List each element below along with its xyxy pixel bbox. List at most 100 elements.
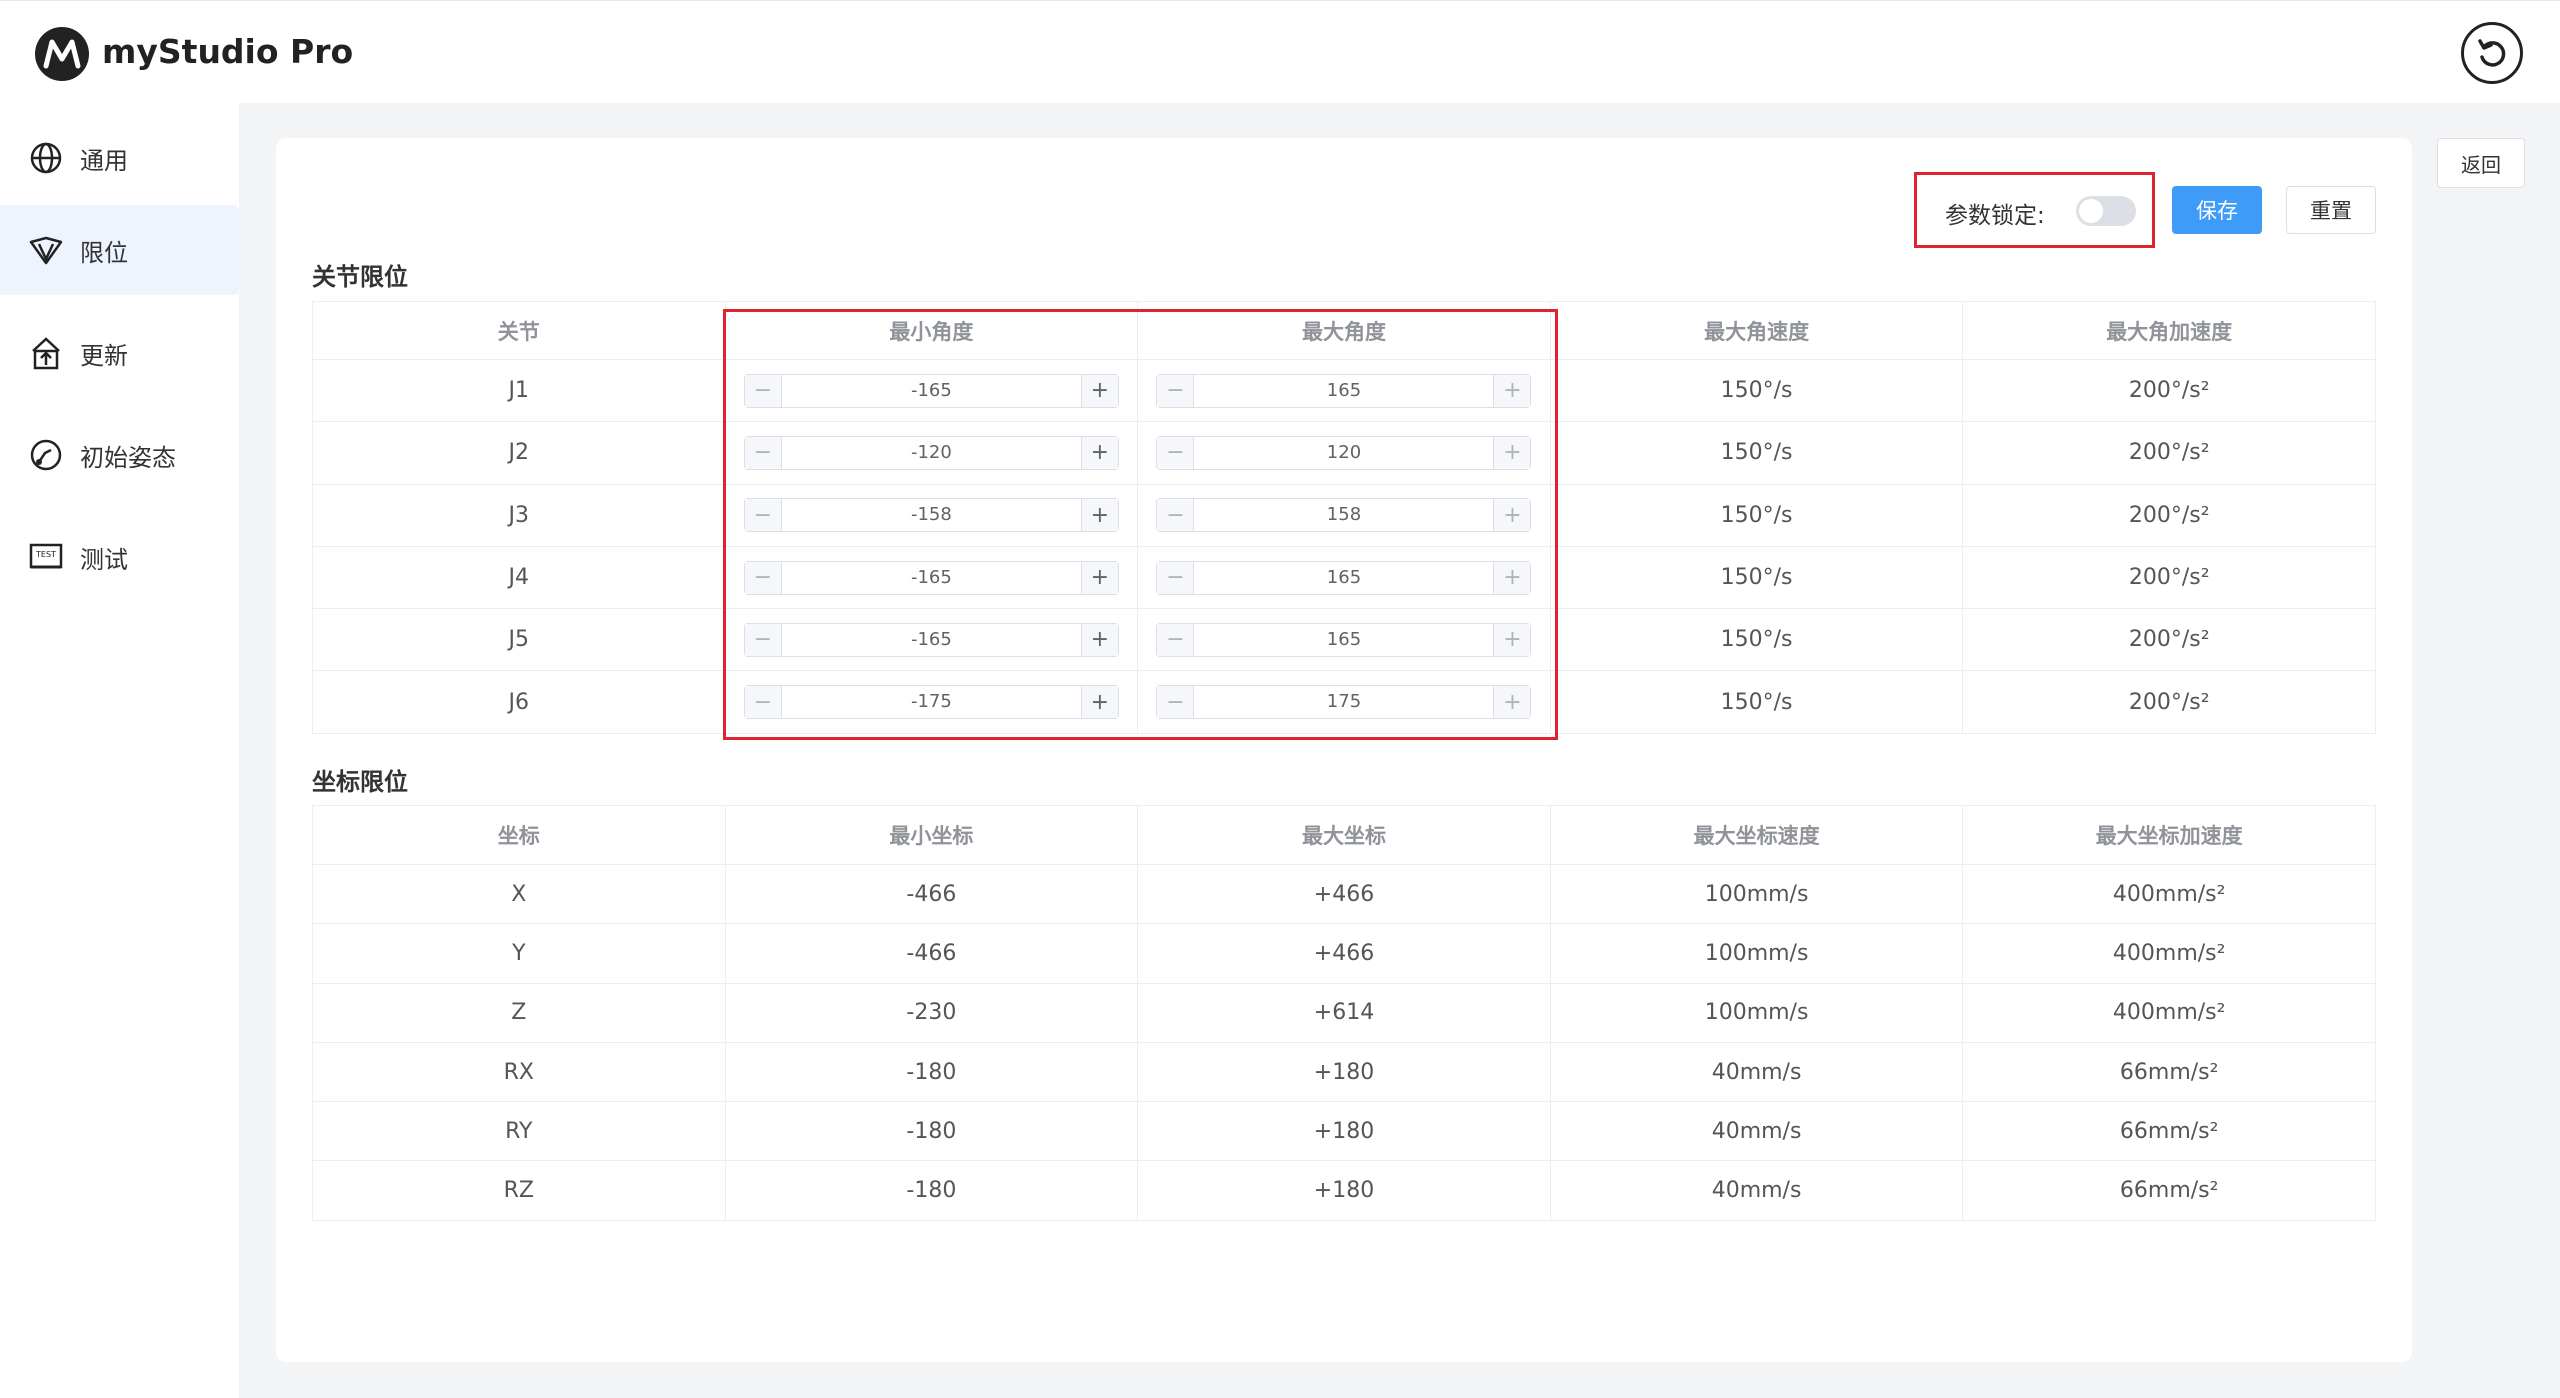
max-velocity-cell: 150°/s: [1549, 483, 1964, 547]
max-angle-value[interactable]: 165: [1194, 624, 1493, 656]
min-angle-value[interactable]: -175: [782, 686, 1081, 718]
max-angle-cell: −175 +: [1137, 670, 1551, 734]
max-angle-value[interactable]: 158: [1194, 499, 1493, 531]
column-header: 坐标: [312, 805, 726, 865]
table-row: RZ -180 +180 40mm/s 66mm/s²: [312, 1160, 2376, 1221]
decrement-button[interactable]: −: [744, 436, 782, 469]
sidebar-item-limit[interactable]: 限位: [0, 205, 239, 295]
min-angle-value[interactable]: -165: [782, 562, 1081, 594]
min-angle-stepper[interactable]: − -165 +: [743, 560, 1119, 595]
increment-button[interactable]: +: [1493, 436, 1531, 469]
min-angle-stepper[interactable]: − -165 +: [743, 622, 1119, 657]
increment-button[interactable]: +: [1493, 499, 1531, 532]
min-angle-value[interactable]: -158: [782, 499, 1081, 531]
increment-button[interactable]: +: [1080, 561, 1118, 594]
min-angle-stepper[interactable]: − -175 +: [743, 685, 1119, 720]
joint-section-title: 关节限位: [312, 263, 408, 291]
decrement-button[interactable]: −: [744, 686, 782, 719]
min-angle-stepper[interactable]: − -120 +: [743, 435, 1119, 470]
column-header: 最大角加速度: [1962, 301, 2376, 360]
increment-button[interactable]: +: [1493, 561, 1531, 594]
max-angle-value[interactable]: 120: [1194, 437, 1493, 469]
max-coord-velocity-cell: 100mm/s: [1549, 863, 1964, 925]
max-coord-acceleration-cell: 66mm/s²: [1962, 1101, 2376, 1162]
sidebar-item-initial-pose[interactable]: 初始姿态: [0, 410, 239, 500]
svg-text:TEST: TEST: [35, 550, 56, 559]
save-button[interactable]: 保存: [2172, 186, 2262, 234]
back-button[interactable]: 返回: [2437, 138, 2525, 188]
max-angle-cell: −165 +: [1137, 358, 1551, 423]
max-coord-cell: +180: [1137, 1041, 1551, 1103]
increment-button[interactable]: +: [1080, 436, 1118, 469]
table-row: J1− -165 + −165 +150°/s 200°/s²: [312, 358, 2376, 423]
max-coord-velocity-cell: 40mm/s: [1549, 1041, 1964, 1103]
min-angle-value[interactable]: -165: [782, 375, 1081, 407]
max-angle-stepper[interactable]: −165 +: [1156, 622, 1532, 657]
max-angle-stepper[interactable]: −165 +: [1156, 560, 1532, 595]
increment-button[interactable]: +: [1493, 686, 1531, 719]
table-row: Y -466 +466 100mm/s 400mm/s²: [312, 923, 2376, 984]
min-angle-stepper[interactable]: − -158 +: [743, 498, 1119, 533]
sidebar-item-general[interactable]: 通用: [0, 113, 239, 203]
max-angle-stepper[interactable]: −165 +: [1156, 373, 1532, 408]
decrement-button[interactable]: −: [1157, 623, 1195, 656]
undo-button[interactable]: [2461, 22, 2523, 84]
increment-button[interactable]: +: [1493, 623, 1531, 656]
min-angle-cell: − -165 +: [724, 545, 1139, 610]
max-angle-cell: −165 +: [1137, 608, 1551, 672]
update-icon: [28, 335, 64, 371]
min-angle-value[interactable]: -120: [782, 437, 1081, 469]
min-coord-cell: -180: [724, 1160, 1139, 1221]
decrement-button[interactable]: −: [744, 623, 782, 656]
joint-cell: J5: [312, 608, 726, 672]
table-row: X -466 +466 100mm/s 400mm/s²: [312, 863, 2376, 925]
max-acceleration-cell: 200°/s²: [1962, 545, 2376, 610]
table-row: RY -180 +180 40mm/s 66mm/s²: [312, 1101, 2376, 1162]
decrement-button[interactable]: −: [744, 561, 782, 594]
decrement-button[interactable]: −: [1157, 686, 1195, 719]
max-coord-cell: +466: [1137, 863, 1551, 925]
max-acceleration-cell: 200°/s²: [1962, 483, 2376, 547]
max-coord-velocity-cell: 40mm/s: [1549, 1101, 1964, 1162]
max-angle-stepper[interactable]: −158 +: [1156, 498, 1532, 533]
min-angle-value[interactable]: -165: [782, 624, 1081, 656]
table-row: J5− -165 + −165 +150°/s 200°/s²: [312, 608, 2376, 672]
max-coord-cell: +180: [1137, 1160, 1551, 1221]
sidebar-item-update[interactable]: 更新: [0, 308, 239, 398]
axis-cell: X: [312, 863, 726, 925]
decrement-button[interactable]: −: [744, 499, 782, 532]
increment-button[interactable]: +: [1080, 686, 1118, 719]
max-angle-value[interactable]: 165: [1194, 375, 1493, 407]
increment-button[interactable]: +: [1080, 499, 1118, 532]
max-angle-stepper[interactable]: −120 +: [1156, 435, 1532, 470]
column-header: 最大坐标加速度: [1962, 805, 2376, 865]
min-coord-cell: -230: [724, 982, 1139, 1043]
increment-button[interactable]: +: [1493, 374, 1531, 407]
max-acceleration-cell: 200°/s²: [1962, 608, 2376, 672]
max-angle-value[interactable]: 175: [1194, 686, 1493, 718]
column-header: 最大角速度: [1549, 301, 1964, 360]
max-angle-stepper[interactable]: −175 +: [1156, 685, 1532, 720]
max-angle-cell: −120 +: [1137, 421, 1551, 485]
max-coord-acceleration-cell: 400mm/s²: [1962, 923, 2376, 984]
min-angle-stepper[interactable]: − -165 +: [743, 373, 1119, 408]
axis-cell: RX: [312, 1041, 726, 1103]
joint-cell: J1: [312, 358, 726, 423]
decrement-button[interactable]: −: [1157, 374, 1195, 407]
increment-button[interactable]: +: [1080, 623, 1118, 656]
max-coord-acceleration-cell: 66mm/s²: [1962, 1041, 2376, 1103]
decrement-button[interactable]: −: [744, 374, 782, 407]
max-coord-acceleration-cell: 400mm/s²: [1962, 863, 2376, 925]
lock-toggle[interactable]: [2076, 196, 2136, 226]
column-header: 最大坐标: [1137, 805, 1551, 865]
decrement-button[interactable]: −: [1157, 436, 1195, 469]
decrement-button[interactable]: −: [1157, 499, 1195, 532]
min-angle-cell: − -175 +: [724, 670, 1139, 734]
reset-button[interactable]: 重置: [2286, 186, 2376, 234]
joint-cell: J3: [312, 483, 726, 547]
max-angle-value[interactable]: 165: [1194, 562, 1493, 594]
increment-button[interactable]: +: [1080, 374, 1118, 407]
max-coord-acceleration-cell: 400mm/s²: [1962, 982, 2376, 1043]
decrement-button[interactable]: −: [1157, 561, 1195, 594]
sidebar-item-test[interactable]: TEST 测试: [0, 512, 239, 602]
